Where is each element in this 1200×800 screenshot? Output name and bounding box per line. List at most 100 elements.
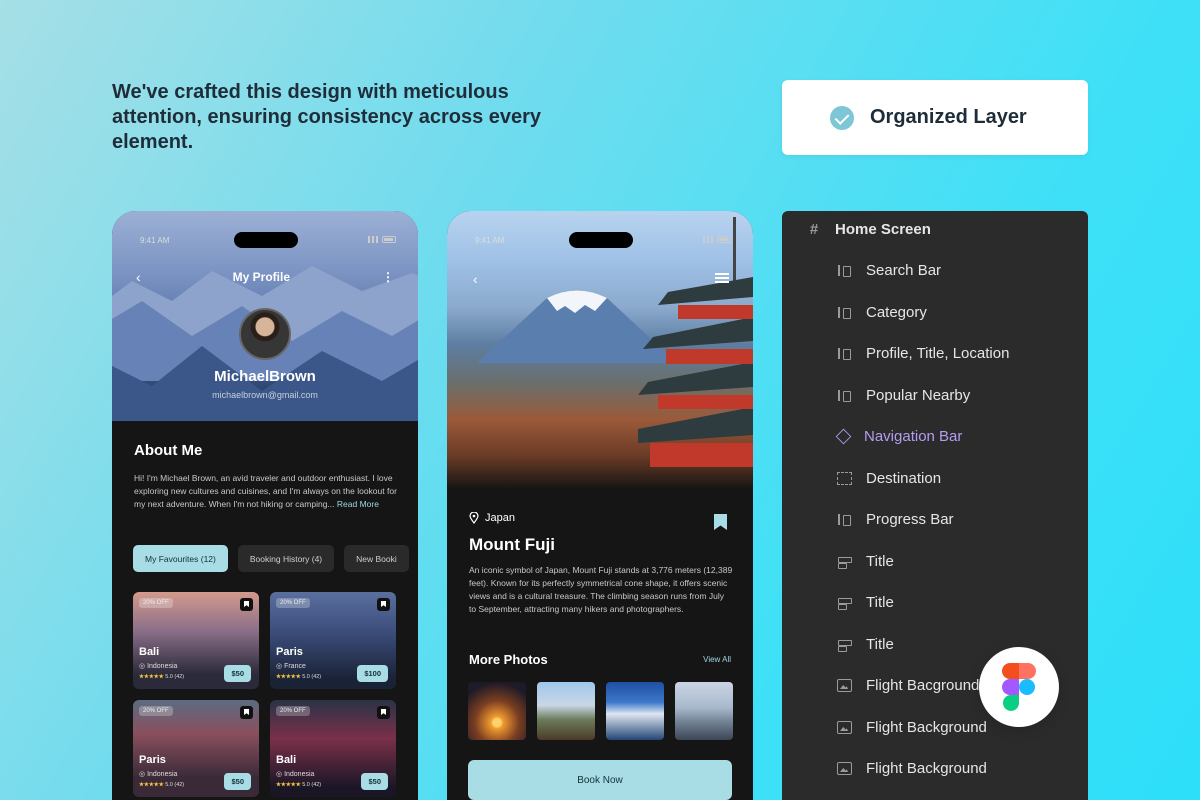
card-location-text: France [284,663,306,670]
rating-text: 5.0 (42) [165,782,185,788]
tab-booking-history[interactable]: Booking History (4) [237,545,335,572]
layer-item[interactable]: Flight Background [837,760,987,777]
star-icons: ★★★★★ [276,674,301,680]
photo-thumbnail[interactable] [675,682,733,740]
location-row: Japan [469,512,515,524]
card-name: Bali [139,646,160,658]
destination-card[interactable]: 20% OFF Bali ◎ Indonesia ★★★★★ 5.0 (42) … [270,700,396,797]
profile-email: michaelbrown@gmail.com [212,390,318,400]
rating-text: 5.0 (42) [165,674,185,680]
discount-badge: 20% OFF [276,598,310,608]
profile-name: MichaelBrown [214,368,316,385]
destination-card[interactable]: 20% OFF Bali ◎ Indonesia ★★★★★ 5.0 (42) … [133,592,259,689]
destination-card[interactable]: 20% OFF Paris ◎ Indonesia ★★★★★ 5.0 (42)… [133,700,259,797]
card-name: Paris [276,646,303,658]
price-tag[interactable]: $50 [361,773,388,790]
image-icon [837,762,852,775]
bookmark-icon[interactable] [240,706,253,719]
tab-favourites[interactable]: My Favourites (12) [133,545,228,572]
layer-label: Navigation Bar [864,428,963,445]
layer-root-label: Home Screen [835,221,931,238]
about-heading: About Me [134,442,203,459]
status-bar: 9:41 AM [112,211,418,251]
layer-label: Title [866,636,894,653]
more-options-icon[interactable]: ⋮ [382,270,394,284]
layer-label: Progress Bar [866,511,954,528]
discount-badge: 20% OFF [139,598,173,608]
organized-layer-badge: Organized Layer [782,80,1088,155]
price-tag[interactable]: $50 [224,665,251,682]
bookmark-icon[interactable] [240,598,253,611]
about-text: Hi! I'm Michael Brown, an avid traveler … [134,472,402,511]
card-location-text: Indonesia [284,771,315,778]
card-name: Bali [276,754,297,766]
battery-icon [382,236,396,243]
read-more-link[interactable]: Read More [337,499,379,509]
layer-item[interactable]: Progress Bar [837,511,954,528]
view-all-link[interactable]: View All [703,655,731,664]
destination-detail-screen: 9:41 AM ‹ Japan Mount Fuji An iconic sym… [447,211,753,800]
price-tag[interactable]: $50 [224,773,251,790]
text-icon [837,596,852,610]
bookmark-icon[interactable] [377,598,390,611]
photo-thumbnail[interactable] [468,682,526,740]
card-rating: ★★★★★ 5.0 (42) [276,674,321,680]
layer-label: Flight Background [866,719,987,736]
layer-item[interactable]: Popular Nearby [837,387,970,404]
price-tag[interactable]: $100 [357,665,388,682]
card-location-text: Indonesia [147,771,178,778]
status-time: 9:41 AM [140,236,170,245]
card-location: ◎ Indonesia [139,771,178,778]
card-rating: ★★★★★ 5.0 (42) [139,674,184,680]
layer-item[interactable]: Title [837,594,894,611]
status-bar: 9:41 AM [447,211,753,251]
layer-label: Title [866,594,894,611]
photo-thumbnail[interactable] [606,682,664,740]
menu-icon[interactable] [715,273,729,283]
back-arrow-icon[interactable]: ‹ [136,269,141,285]
favourites-grid: 20% OFF Bali ◎ Indonesia ★★★★★ 5.0 (42) … [133,592,396,797]
avatar [239,308,291,360]
layer-root[interactable]: # Home Screen [807,221,931,238]
tab-new-booking[interactable]: New Booki [344,545,409,572]
layer-label: Category [866,304,927,321]
layer-label: Flight Bacground [866,677,980,694]
rating-text: 5.0 (42) [302,782,322,788]
layer-label: Profile, Title, Location [866,345,1010,362]
status-time: 9:41 AM [475,236,505,245]
frame-hash-icon: # [809,221,819,238]
destination-title: Mount Fuji [469,535,555,554]
battery-icon [717,236,731,243]
layer-item[interactable]: Title [837,636,894,653]
frame-icon [837,472,852,485]
destination-hero-image [447,211,753,489]
dynamic-island [234,232,298,248]
bookmark-icon[interactable] [714,514,727,530]
back-arrow-icon[interactable]: ‹ [473,271,478,287]
figma-icon [1002,663,1036,711]
layer-item[interactable]: Category [837,304,927,321]
card-location: ◎ Indonesia [276,771,315,778]
layer-item[interactable]: Title [837,553,894,570]
text-icon [837,555,852,569]
layer-item[interactable]: Search Bar [837,262,941,279]
profile-tabs: My Favourites (12) Booking History (4) N… [133,545,409,572]
layer-item[interactable]: Flight Background [837,719,987,736]
layer-item[interactable]: Destination [837,470,941,487]
card-rating: ★★★★★ 5.0 (42) [276,782,321,788]
text-icon [837,638,852,652]
layer-item[interactable]: Navigation Bar [835,428,963,445]
more-photos-heading: More Photos [469,652,548,667]
star-icons: ★★★★★ [139,782,164,788]
figma-logo [979,647,1059,727]
rating-text: 5.0 (42) [302,674,322,680]
check-circle-icon [830,105,854,130]
destination-card[interactable]: 20% OFF Paris ◎ France ★★★★★ 5.0 (42) $1… [270,592,396,689]
book-now-button[interactable]: Book Now [468,760,732,800]
badge-label: Organized Layer [870,106,1027,128]
layer-item[interactable]: Profile, Title, Location [837,345,1009,362]
bookmark-icon[interactable] [377,706,390,719]
layer-item[interactable]: Flight Bacground [837,677,979,694]
signal-icon [703,236,713,243]
photo-thumbnail[interactable] [537,682,595,740]
